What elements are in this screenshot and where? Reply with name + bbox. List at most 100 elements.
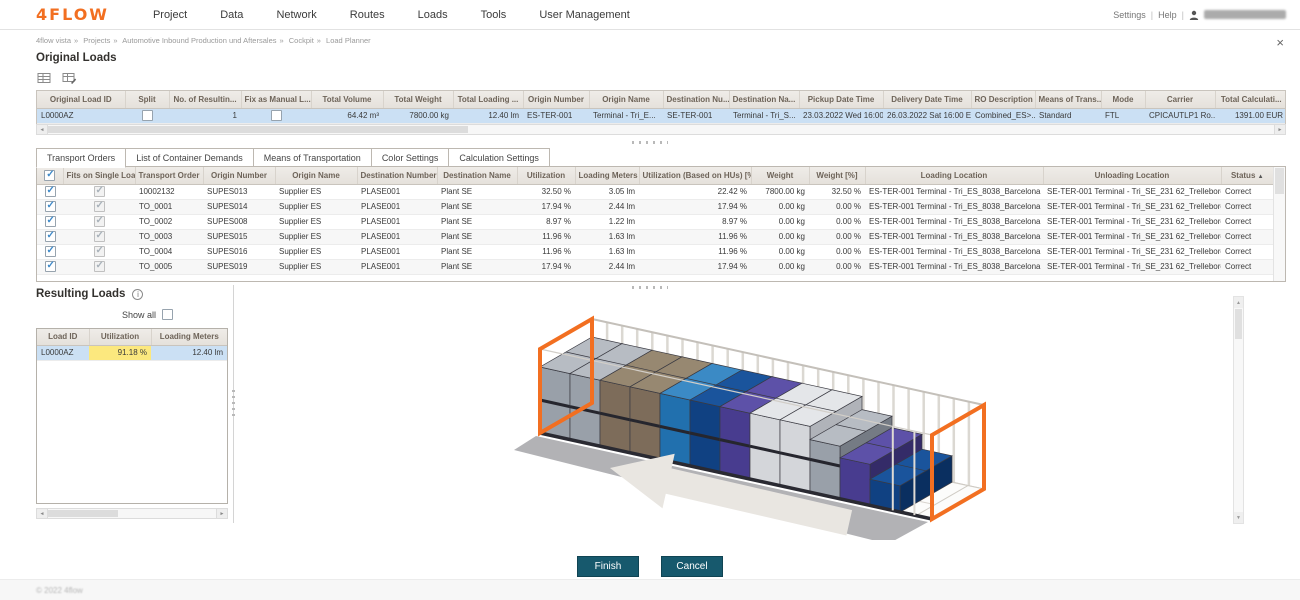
col-no-of-resulting[interactable]: No. of Resultin... [169, 91, 241, 108]
sort-ascending-icon[interactable]: ▲ [1258, 174, 1264, 180]
col-total-loading[interactable]: Total Loading ... [453, 91, 523, 108]
select-all-checkbox[interactable] [44, 170, 55, 181]
help-link[interactable]: Help [1158, 10, 1177, 20]
tab-color-settings[interactable]: Color Settings [372, 148, 450, 167]
tab-calculation-settings[interactable]: Calculation Settings [449, 148, 550, 167]
breadcrumb-item[interactable]: 4flow vista [36, 36, 71, 45]
col-pickup-date[interactable]: Pickup Date Time [799, 91, 883, 108]
scroll-thumb[interactable] [48, 510, 118, 517]
fix-as-manual-checkbox[interactable] [271, 110, 282, 121]
transport-order-row[interactable]: TO_0005 SUPES019 Supplier ES PLASE001 Pl… [37, 259, 1273, 274]
viewer-vscrollbar[interactable]: ▲ ▼ [1233, 296, 1244, 524]
scroll-right-icon[interactable]: ► [1274, 125, 1285, 134]
col-weight-pct[interactable]: Weight [%] [809, 167, 865, 184]
col-total-volume[interactable]: Total Volume [311, 91, 383, 108]
transport-order-row[interactable]: TO_0003 SUPES015 Supplier ES PLASE001 Pl… [37, 229, 1273, 244]
info-icon[interactable]: i [132, 289, 143, 300]
tab-means-of-transportation[interactable]: Means of Transportation [254, 148, 372, 167]
col-mode[interactable]: Mode [1101, 91, 1145, 108]
breadcrumb-item[interactable]: Automotive Inbound Production und Afters… [122, 36, 276, 45]
transport-order-row[interactable]: TO_0004 SUPES016 Supplier ES PLASE001 Pl… [37, 244, 1273, 259]
transport-order-row[interactable]: TO_0002 SUPES008 Supplier ES PLASE001 Pl… [37, 214, 1273, 229]
col-weight[interactable]: Weight [751, 167, 809, 184]
scroll-left-icon[interactable]: ◄ [37, 509, 48, 518]
col-origin-name[interactable]: Origin Name [275, 167, 357, 184]
menu-item-loads[interactable]: Loads [418, 9, 448, 21]
row-select-checkbox[interactable] [45, 246, 56, 257]
tab-container-demands[interactable]: List of Container Demands [126, 148, 254, 167]
col-utilization-hu[interactable]: Utilization (Based on HUs) [%] [639, 167, 751, 184]
col-utilization[interactable]: Utilization [517, 167, 575, 184]
col-origin-number[interactable]: Origin Number [203, 167, 275, 184]
col-total-weight[interactable]: Total Weight [383, 91, 453, 108]
col-status[interactable]: Status ▲ [1221, 167, 1273, 184]
load-3d-viewer[interactable] [240, 293, 1240, 540]
col-loading-location[interactable]: Loading Location [865, 167, 1043, 184]
row-select-checkbox[interactable] [45, 201, 56, 212]
row-select-checkbox[interactable] [45, 231, 56, 242]
menu-item-project[interactable]: Project [153, 9, 187, 21]
original-loads-hscrollbar[interactable]: ◄ ► [36, 124, 1286, 135]
username-redacted[interactable] [1204, 10, 1286, 19]
split-checkbox[interactable] [142, 110, 153, 121]
finish-button[interactable]: Finish [577, 556, 639, 577]
breadcrumb-item[interactable]: Projects [83, 36, 110, 45]
col-split[interactable]: Split [125, 91, 169, 108]
col-delivery-date[interactable]: Delivery Date Time [883, 91, 971, 108]
col-destination-number[interactable]: Destination Number [357, 167, 437, 184]
scroll-left-icon[interactable]: ◄ [37, 125, 48, 134]
col-transport-order[interactable]: Transport Order [135, 167, 203, 184]
table-edit-icon[interactable] [61, 71, 78, 86]
transport-order-row[interactable]: 10002132 SUPES013 Supplier ES PLASE001 P… [37, 184, 1273, 199]
menu-item-routes[interactable]: Routes [350, 9, 385, 21]
show-all-checkbox[interactable] [162, 309, 173, 320]
col-origin-name[interactable]: Origin Name [589, 91, 663, 108]
menu-item-user-management[interactable]: User Management [539, 9, 630, 21]
settings-link[interactable]: Settings [1113, 10, 1146, 20]
col-means-of-transport[interactable]: Means of Trans... [1035, 91, 1101, 108]
scroll-thumb[interactable] [48, 126, 468, 133]
scroll-thumb[interactable] [1235, 309, 1242, 339]
menu-item-data[interactable]: Data [220, 9, 243, 21]
splitter-handle[interactable] [632, 141, 668, 144]
cancel-button[interactable]: Cancel [661, 556, 723, 577]
scroll-thumb[interactable] [1275, 168, 1284, 194]
close-icon[interactable]: × [1276, 38, 1284, 48]
original-load-row[interactable]: L0000AZ 1 64.42 m³ 7800.00 kg 12.40 lm E… [37, 108, 1286, 123]
4flow-logo[interactable]: 4FLOW [36, 5, 109, 24]
tab-transport-orders[interactable]: Transport Orders [36, 148, 126, 168]
col-destination-number[interactable]: Destination Nu... [663, 91, 729, 108]
col-fix-as-manual[interactable]: Fix as Manual L... [241, 91, 311, 108]
col-loading-meters[interactable]: Loading Meters [151, 329, 227, 345]
cell-loading-meters: 3.05 lm [575, 184, 639, 199]
col-unloading-location[interactable]: Unloading Location [1043, 167, 1221, 184]
col-original-load-id[interactable]: Original Load ID [37, 91, 125, 108]
scroll-down-icon[interactable]: ▼ [1234, 512, 1243, 523]
transport-order-row[interactable]: TO_0001 SUPES014 Supplier ES PLASE001 Pl… [37, 199, 1273, 214]
col-ro-description[interactable]: RO Description [971, 91, 1035, 108]
row-select-checkbox[interactable] [45, 186, 56, 197]
menu-item-network[interactable]: Network [276, 9, 316, 21]
col-utilization[interactable]: Utilization [89, 329, 151, 345]
col-destination-name[interactable]: Destination Name [437, 167, 517, 184]
scroll-right-icon[interactable]: ► [216, 509, 227, 518]
menu-item-tools[interactable]: Tools [481, 9, 507, 21]
resulting-loads-hscrollbar[interactable]: ◄ ► [36, 508, 228, 519]
row-select-checkbox[interactable] [45, 261, 56, 272]
row-select-checkbox[interactable] [45, 216, 56, 227]
col-total-calculated[interactable]: Total Calculati... [1215, 91, 1286, 108]
col-loading-meters[interactable]: Loading Meters [575, 167, 639, 184]
resulting-load-row[interactable]: L0000AZ 91.18 % 12.40 lm [37, 345, 227, 360]
col-carrier[interactable]: Carrier [1145, 91, 1215, 108]
breadcrumb-item[interactable]: Cockpit [289, 36, 314, 45]
col-fits-single-load[interactable]: Fits on Single Load [63, 167, 135, 184]
vertical-splitter[interactable] [233, 285, 234, 523]
col-destination-name[interactable]: Destination Na... [729, 91, 799, 108]
table-view-icon[interactable] [36, 71, 53, 86]
col-load-id[interactable]: Load ID [37, 329, 89, 345]
breadcrumb-item[interactable]: Load Planner [326, 36, 371, 45]
col-origin-number[interactable]: Origin Number [523, 91, 589, 108]
splitter-handle[interactable] [632, 286, 668, 289]
transport-orders-vscrollbar[interactable] [1273, 167, 1285, 281]
scroll-up-icon[interactable]: ▲ [1234, 297, 1243, 308]
